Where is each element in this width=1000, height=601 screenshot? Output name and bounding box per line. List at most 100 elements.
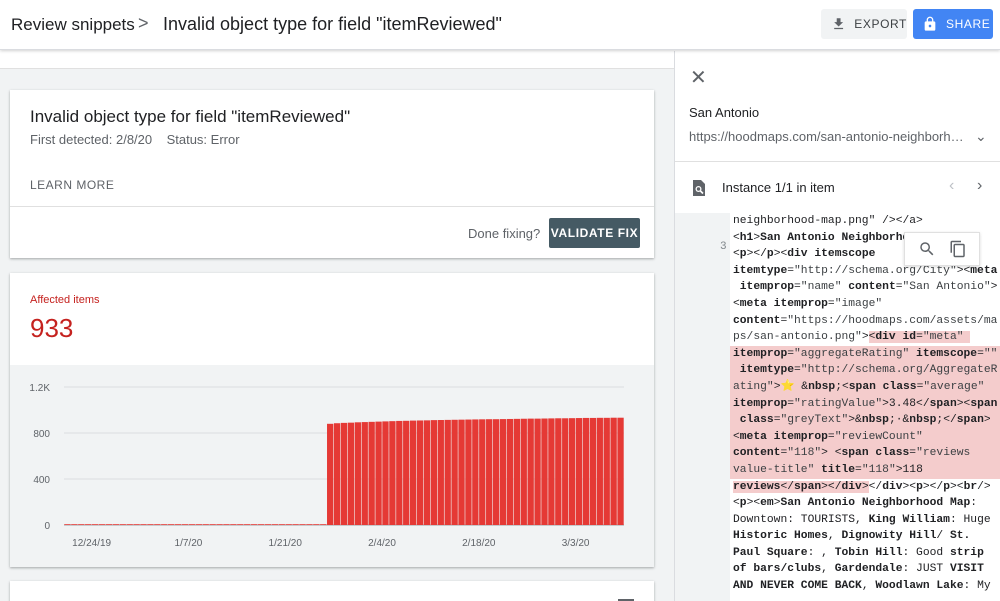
share-label: SHARE [946,17,991,31]
chart-bar [161,524,168,525]
chart-bar [568,418,576,525]
code-viewer[interactable]: neighborhood-map.png" /></a> <h1>San Ant… [730,213,1000,601]
issue-status: Status: Error [166,132,240,147]
chart-bar [354,422,361,525]
page-url[interactable]: https://hoodmaps.com/san-antonio-neighbo… [689,129,965,144]
chart-bar [71,524,78,525]
first-detected: First detected: 2/8/20 [30,132,153,147]
chart-bar [78,524,85,525]
chart-bar [327,423,334,525]
export-label: EXPORT [854,17,907,31]
chevron-right-icon[interactable]: › [977,177,982,195]
chart-bar [589,417,597,525]
chart-bar [188,524,196,525]
y-tick-label: 400 [33,475,50,486]
chart-bar [140,524,147,525]
issue-title: Invalid object type for field "itemRevie… [30,107,351,126]
issue-details-card: Invalid object type for field "itemRevie… [10,90,654,258]
chart-bar [216,524,223,525]
chart-bar [375,421,382,525]
panel-divider [675,161,1000,162]
chart-bar [64,524,71,525]
chart-bar [492,419,500,525]
chart-bar [548,418,555,525]
chart-bar [506,418,514,525]
chart-bar [105,524,113,525]
chart-bar [555,418,562,525]
chart-bar [98,524,106,525]
chart-bar [520,418,527,525]
x-tick-label: 2/18/20 [462,538,496,549]
chevron-left-icon[interactable]: ‹ [949,177,954,195]
chart-bar [472,419,479,525]
chart-bar [320,524,327,525]
chart-bar [133,524,140,525]
x-tick-label: 1/21/20 [269,538,303,549]
chart-bar [195,524,202,525]
chart-bar [389,421,396,525]
chart-bar [264,524,272,525]
download-icon [834,18,844,30]
chart-bar [396,420,403,525]
issue-meta: First detected: 2/8/20 Status: Error [30,132,240,147]
chart-bar [174,524,182,525]
chart-bar [403,420,410,525]
chart-bar [430,420,438,525]
chart-bar [202,524,209,525]
breadcrumb-review-snippets[interactable]: Review snippets [11,15,135,35]
lock-icon [924,16,936,31]
chart-bar [85,524,92,525]
x-tick-label: 1/7/20 [175,538,203,549]
chart-bar [534,418,541,525]
chart-bar [465,419,472,525]
x-tick-label: 2/4/20 [368,538,396,549]
instance-label: Instance 1/1 in item [722,180,835,195]
chart-bar [257,524,265,525]
chart-bar [119,524,126,525]
chart-bar [603,417,610,525]
close-icon[interactable]: ✕ [690,68,707,88]
copy-icon[interactable] [949,240,967,258]
chart-bar [513,418,520,525]
chart-bar [237,524,244,525]
card-divider [10,206,654,207]
chart-bar [409,420,417,525]
affected-items-chart: 0 400 800 1.2K 12/24/19 1/7/20 1/21/20 2/4/20 2/… [29,383,624,549]
chart-bar [368,421,375,525]
chart-bar [306,524,313,525]
search-icon[interactable] [918,240,936,258]
chart-bar [168,524,175,525]
chart-bar [479,419,486,525]
chart-bar [230,524,237,525]
chart-bar [313,524,320,525]
inspect-document-icon [693,180,705,196]
chart-bar [250,524,258,525]
chart-bar [444,419,451,525]
chart-bar [610,417,617,525]
code-gutter [675,213,730,601]
chart-bar [582,417,590,525]
chart-bar [416,420,424,525]
chart-bar [112,524,120,525]
details-panel: ✕ San Antonio https://hoodmaps.com/san-a… [674,51,1000,601]
learn-more-link[interactable]: LEARN MORE [30,178,114,192]
affected-items-label: Affected items [30,294,100,306]
chart-bar [458,419,465,525]
chevron-down-icon[interactable]: ⌄ [975,128,987,145]
chart-bar [333,423,341,525]
y-tick-label: 0 [44,521,50,532]
chart-bar [437,420,444,525]
chart-bar [91,524,99,525]
validate-fix-button[interactable]: VALIDATE FIX [549,218,640,248]
next-card [10,581,654,601]
page-title: Invalid object type for field "itemRevie… [163,14,502,34]
chart-bar [423,420,431,525]
chart-bar [147,524,154,525]
breadcrumb-separator: > [138,13,149,33]
export-button[interactable]: EXPORT [821,9,907,39]
chart-bar [154,524,161,525]
affected-items-card: Affected items 933 0 400 800 1.2K 12/24/19 1/… [10,273,654,567]
chart-bar [499,419,507,525]
share-button[interactable]: SHARE [913,9,993,39]
chart-bar [209,524,216,525]
